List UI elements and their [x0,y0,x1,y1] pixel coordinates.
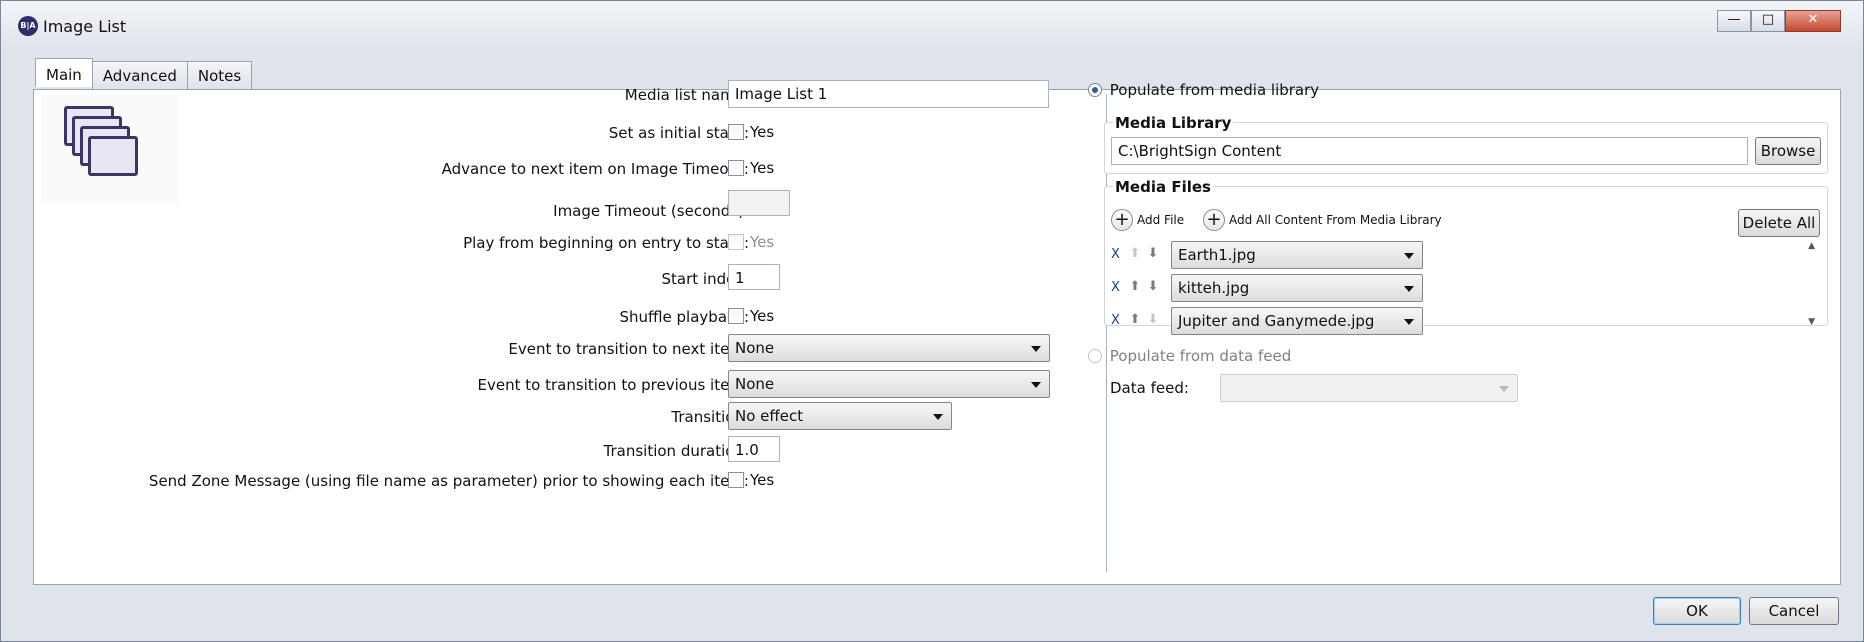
add-all-content-label: Add All Content From Media Library [1229,213,1442,227]
populate-library-label: Populate from media library [1109,80,1320,99]
close-icon[interactable]: ✕ [1785,10,1841,32]
event-next-select[interactable]: None [728,334,1050,362]
media-library-group: Media Library C:\BrightSign Content Brow… [1104,114,1828,174]
event-prev-value: None [735,375,775,393]
chevron-down-icon [933,414,943,420]
media-file-row: X ⬆ ⬇ kitteh.jpg [1111,274,1431,302]
minimize-icon[interactable]: — [1717,10,1751,32]
set-initial-checkbox[interactable] [728,123,744,140]
media-file-select[interactable]: Earth1.jpg [1171,241,1423,269]
start-index-input[interactable]: 1 [728,264,780,290]
media-files-group-label: Media Files [1113,178,1213,196]
send-zone-yes-label: Yes [750,470,775,489]
media-file-row: X ⬆ ⬇ Jupiter and Ganymede.jpg [1111,307,1431,335]
chevron-down-icon [1404,286,1414,292]
app-icon: B|A [18,16,38,36]
media-library-group-label: Media Library [1113,114,1234,132]
image-timeout-label: Image Timeout (seconds): [553,202,749,220]
populate-feed-radio[interactable] [1088,348,1102,363]
transition-duration-input[interactable]: 1.0 [728,436,780,462]
transition-row: Transition: No effect [34,402,1074,432]
image-timeout-row: Image Timeout (seconds): [34,190,1074,220]
transition-duration-row: Transition duration: 1.0 [34,436,1074,466]
event-next-row: Event to transition to next item: None [34,334,1074,364]
event-prev-label: Event to transition to previous item: [477,376,749,394]
data-feed-label: Data feed: [1110,379,1189,397]
plus-icon: + [1203,209,1225,231]
advance-next-label: Advance to next item on Image Timeout: [441,160,749,178]
populate-feed-label: Populate from data feed [1109,346,1292,365]
start-index-row: Start index: 1 [34,264,1074,294]
set-initial-row: Set as initial state: Yes [34,118,1074,148]
chevron-down-icon [1499,386,1509,392]
transition-value: No effect [735,407,804,425]
main-tab-panel: Media list name: Image List 1 Set as ini… [33,80,1841,585]
title-bar[interactable]: B|A Image List — □ ✕ [1,1,1863,49]
populate-library-option[interactable]: Populate from media library [1088,80,1319,99]
scroll-up-icon[interactable]: ▲ [1808,241,1815,251]
media-list-name-row: Media list name: Image List 1 [34,80,1074,110]
window-controls: — □ ✕ [1717,10,1841,32]
play-from-beginning-yes-label: Yes [750,232,775,251]
image-list-dialog: B|A Image List — □ ✕ Main Advanced Notes… [0,0,1864,642]
arrow-up-icon: ⬆ [1129,246,1141,261]
cancel-button[interactable]: Cancel [1749,597,1839,625]
chevron-down-icon [1404,253,1414,259]
ok-button[interactable]: OK [1653,597,1741,625]
play-from-beginning-label: Play from beginning on entry to state: [463,234,749,252]
image-timeout-input[interactable] [728,190,790,216]
media-file-select[interactable]: Jupiter and Ganymede.jpg [1171,307,1423,335]
shuffle-yes-label: Yes [750,306,775,325]
remove-file-icon[interactable]: X [1111,313,1120,328]
populate-feed-option[interactable]: Populate from data feed [1088,346,1291,365]
remove-file-icon[interactable]: X [1111,280,1120,295]
media-files-group: Media Files + Add File + Add All Content F… [1104,178,1828,335]
arrow-down-icon[interactable]: ⬇ [1145,279,1161,295]
arrow-down-icon[interactable]: ⬇ [1145,246,1161,262]
chevron-down-icon [1031,382,1041,388]
media-list-name-input[interactable]: Image List 1 [728,80,1049,108]
window-title: Image List [43,17,127,36]
delete-all-button[interactable]: Delete All [1738,209,1820,237]
arrow-up-icon[interactable]: ⬆ [1127,279,1143,295]
advance-next-checkbox[interactable] [728,159,744,176]
send-zone-checkbox[interactable] [728,471,744,488]
scroll-down-icon[interactable]: ▼ [1808,317,1815,327]
transition-select[interactable]: No effect [728,402,952,430]
arrow-down-icon: ⬇ [1147,312,1159,327]
plus-icon: + [1111,209,1133,231]
browse-button[interactable]: Browse [1755,137,1821,165]
event-next-label: Event to transition to next item: [508,340,749,358]
media-file-select[interactable]: kitteh.jpg [1171,274,1423,302]
remove-file-icon[interactable]: X [1111,247,1120,262]
add-file-label: Add File [1137,213,1185,227]
populate-library-radio[interactable] [1088,82,1102,97]
send-zone-row: Send Zone Message (using file name as pa… [34,466,1074,496]
add-all-content-button[interactable]: + Add All Content From Media Library [1203,209,1442,231]
play-from-beginning-checkbox[interactable] [728,233,744,250]
media-file-name: Earth1.jpg [1178,246,1256,264]
data-feed-select[interactable] [1220,374,1518,402]
media-file-name: Jupiter and Ganymede.jpg [1178,312,1375,330]
media-library-path-input[interactable]: C:\BrightSign Content [1111,137,1748,165]
arrow-up-icon[interactable]: ⬆ [1127,312,1143,328]
event-next-value: None [735,339,775,357]
shuffle-row: Shuffle playback: Yes [34,302,1074,332]
event-prev-row: Event to transition to previous item: No… [34,370,1074,400]
shuffle-checkbox[interactable] [728,307,744,324]
play-from-beginning-row: Play from beginning on entry to state: Y… [34,228,1074,258]
media-file-name: kitteh.jpg [1178,279,1250,297]
event-prev-select[interactable]: None [728,370,1050,398]
advance-next-row: Advance to next item on Image Timeout: Y… [34,154,1074,184]
image-list-icon [42,94,178,204]
send-zone-label: Send Zone Message (using file name as pa… [148,472,749,490]
advance-next-yes-label: Yes [750,158,775,177]
media-file-row: X ⬆ ⬇ Earth1.jpg [1111,241,1431,269]
set-initial-yes-label: Yes [750,122,775,141]
chevron-down-icon [1031,346,1041,352]
chevron-down-icon [1404,319,1414,325]
maximize-icon[interactable]: □ [1751,10,1785,32]
add-file-button[interactable]: + Add File [1111,209,1184,231]
